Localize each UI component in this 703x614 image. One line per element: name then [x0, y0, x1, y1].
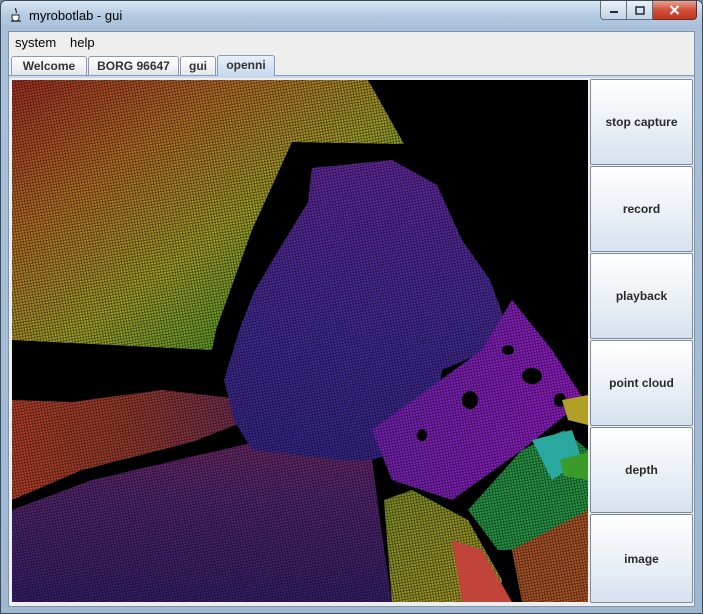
window-title: myrobotlab - gui	[29, 8, 123, 23]
tab-borg-96647[interactable]: BORG 96647	[88, 56, 179, 75]
close-icon	[669, 5, 680, 15]
tab-gui[interactable]: gui	[180, 56, 216, 75]
depth-button[interactable]: depth	[590, 427, 693, 513]
app-window: myrobotlab - gui system help Welcome BOR…	[0, 0, 703, 614]
point-cloud-view[interactable]	[12, 80, 588, 602]
tab-welcome[interactable]: Welcome	[11, 56, 87, 75]
close-button[interactable]	[653, 1, 697, 20]
record-button[interactable]: record	[590, 166, 693, 252]
stop-capture-button[interactable]: stop capture	[590, 79, 693, 165]
tab-strip-divider	[9, 75, 694, 78]
title-bar[interactable]: myrobotlab - gui	[1, 1, 702, 29]
playback-button[interactable]: playback	[590, 253, 693, 339]
menu-system[interactable]: system	[15, 35, 56, 50]
point-cloud-render	[12, 80, 588, 602]
menu-bar: system help	[9, 32, 694, 54]
minimize-button[interactable]	[600, 1, 627, 20]
java-cup-icon	[11, 8, 21, 22]
point-cloud-button[interactable]: point cloud	[590, 340, 693, 426]
tab-openni[interactable]: openni	[217, 55, 275, 76]
minimize-icon	[609, 11, 618, 13]
client-area: system help Welcome BORG 96647 gui openn…	[8, 31, 695, 607]
menu-help[interactable]: help	[70, 35, 95, 50]
openni-panel: stop capture record playback point cloud…	[11, 79, 694, 605]
image-button[interactable]: image	[590, 514, 693, 603]
openni-controls: stop capture record playback point cloud…	[590, 79, 694, 603]
maximize-icon	[634, 5, 645, 15]
maximize-button[interactable]	[627, 1, 653, 20]
